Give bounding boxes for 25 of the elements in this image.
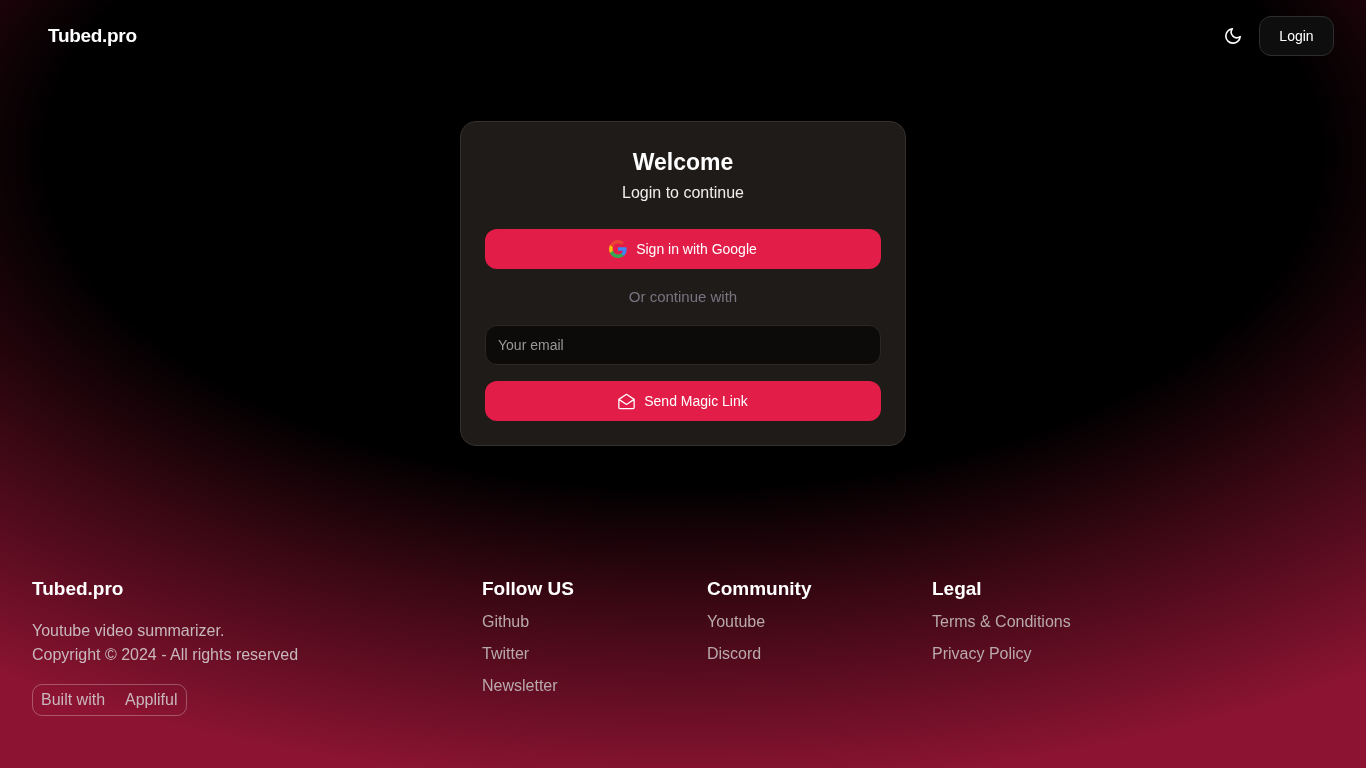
- footer-link[interactable]: Newsletter: [482, 674, 558, 698]
- footer-description: Youtube video summarizer.: [32, 621, 225, 641]
- footer-link[interactable]: Github: [482, 610, 530, 634]
- card-title: Welcome: [631, 148, 735, 176]
- footer-link[interactable]: Youtube: [707, 610, 766, 634]
- envelope-icon: [618, 392, 636, 410]
- footer-link[interactable]: Privacy Policy: [932, 642, 1032, 666]
- send-magic-link-button[interactable]: Send Magic Link: [485, 381, 881, 421]
- footer-brand: Tubed.pro: [32, 577, 124, 601]
- footer-description: Copyright © 2024 - All rights reserved: [32, 645, 299, 665]
- built-with-link[interactable]: Built with Appliful: [32, 684, 187, 716]
- login-button[interactable]: Login: [1259, 16, 1334, 56]
- footer-column-heading: Legal: [932, 577, 982, 601]
- footer-link[interactable]: Twitter: [482, 642, 530, 666]
- google-g-icon: [609, 240, 628, 258]
- footer-column-heading: Community: [707, 577, 812, 601]
- footer-link[interactable]: Discord: [707, 642, 762, 666]
- divider-text: Or continue with: [627, 287, 739, 307]
- footer-column-heading: Follow US: [482, 577, 574, 601]
- site-logo[interactable]: Tubed.pro: [48, 25, 137, 47]
- card-subtitle: Login to continue: [621, 183, 745, 203]
- moon-icon[interactable]: [1225, 28, 1241, 44]
- footer-link[interactable]: Terms & Conditions: [932, 610, 1071, 634]
- google-sign-in-button[interactable]: Sign in with Google: [485, 229, 881, 269]
- email-input-field[interactable]: Your email: [485, 325, 881, 365]
